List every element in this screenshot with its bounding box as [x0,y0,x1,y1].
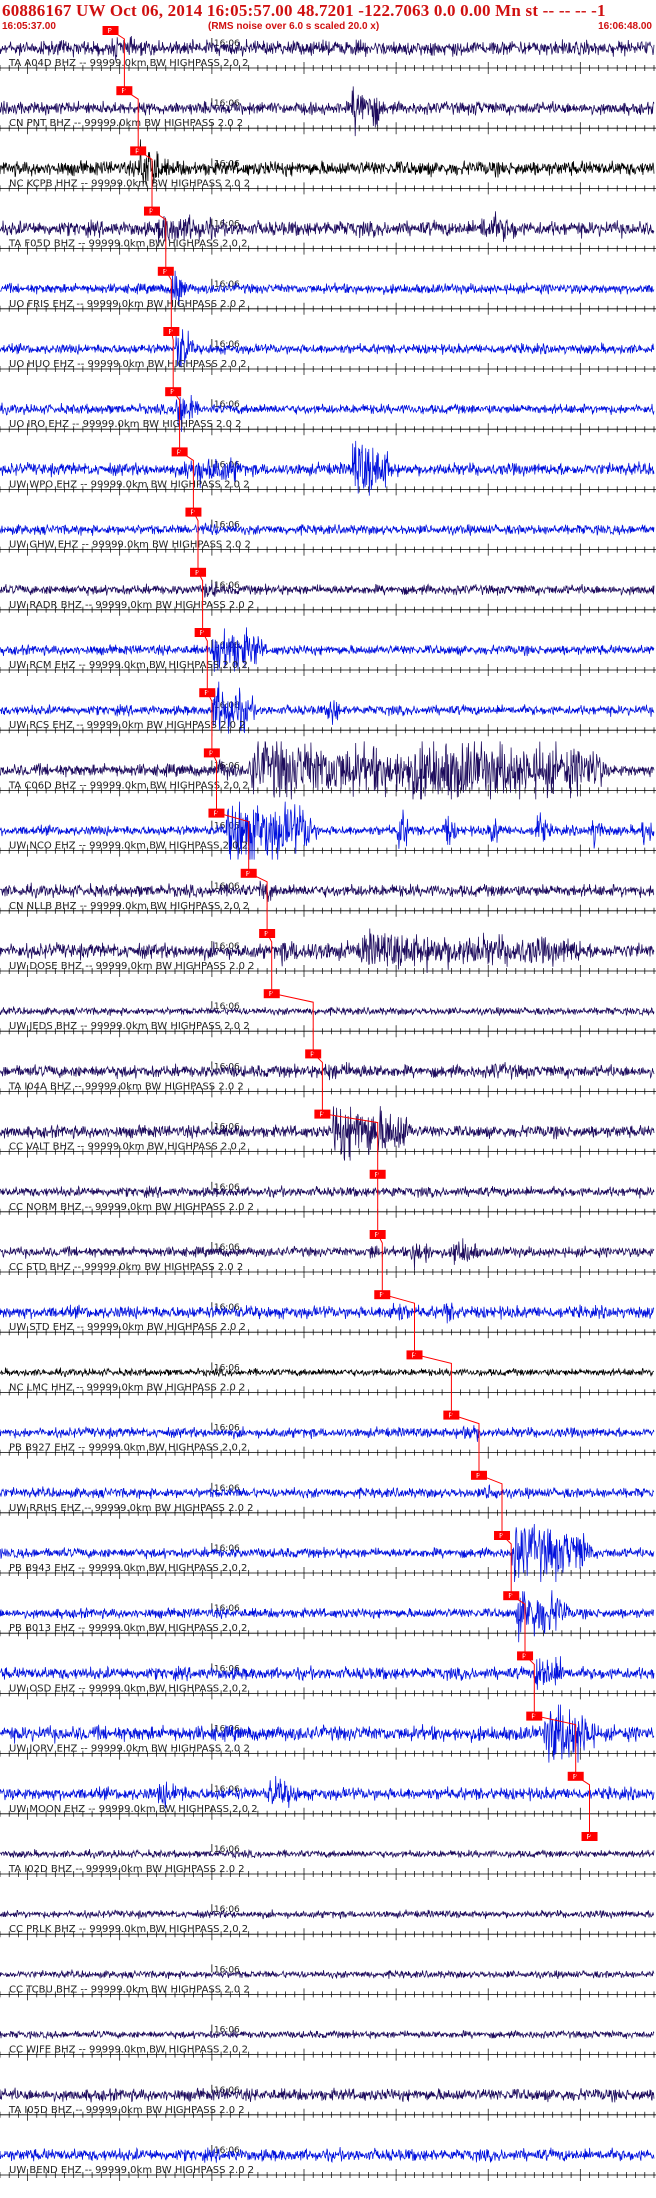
p-pick-label: P [213,810,217,818]
station-label: CC WIFE BHZ -- 99999.0km BW HIGHPASS 2.0… [9,2045,248,2056]
station-label: CC VALT BHZ -- 99999.0km BW HIGHPASS 2.0… [9,1142,246,1153]
station-label: UW STD EHZ -- 99999.0km BW HIGHPASS 2.0 … [9,1322,246,1333]
station-label: UW BEND EHZ -- 99999.0km BW HIGHPASS 2.0… [9,2165,254,2176]
p-pick-label: P [448,1412,452,1420]
waveform [0,1590,655,1643]
waveform [0,1425,655,1442]
station-label: UO FRIS EHZ -- 99999.0km BW HIGHPASS 2.0… [9,299,246,310]
station-label: UW RCS EHZ -- 99999.0km BW HIGHPASS 2.0 … [9,720,246,731]
p-pick-label: P [379,1291,383,1299]
station-label: CC TCBU BHZ -- 99999.0km BW HIGHPASS 2.0… [9,1984,250,1995]
p-pick-label: P [476,1472,480,1480]
station-label: TA C06D BHZ -- 99999.0km BW HIGHPASS 2.0… [8,780,249,791]
station-label: UW OSD EHZ -- 99999.0km BW HIGHPASS 2.0 … [9,1683,248,1694]
station-label: PB B013 EHZ -- 99999.0km BW HIGHPASS 2.0… [9,1623,247,1634]
station-label: PB B927 EHZ -- 99999.0km BW HIGHPASS 2.0… [9,1443,247,1454]
station-label: UW JORV EHZ -- 99999.0km BW HIGHPASS 2.0… [9,1744,250,1755]
station-label: UW DOSE BHZ -- 99999.0km BW HIGHPASS 2.0… [9,961,255,972]
p-pick-label: P [149,208,153,216]
p-pick-label: P [135,147,139,155]
station-label: TA I05D BHZ -- 99999.0km BW HIGHPASS 2.0… [8,2105,245,2116]
station-label: TA I02D BHZ -- 99999.0km BW HIGHPASS 2.0… [8,1864,245,1875]
p-pick-label: P [587,1833,591,1841]
waveform [0,522,655,536]
station-label: UO IRO EHZ -- 99999.0km BW HIGHPASS 2.0 … [9,419,242,430]
waveform [0,35,655,61]
trace-group: 16:06TA A04D BHZ -- 99999.0km BW HIGHPAS… [0,26,656,2181]
station-label: UW WPO EHZ -- 99999.0km BW HIGHPASS 2.0 … [9,479,250,490]
station-label: UW NCO EHZ -- 99999.0km BW HIGHPASS 2.0 … [9,841,248,852]
waveform [0,1302,655,1324]
station-label: CN NLLB BHZ -- 99999.0km BW HIGHPASS 2.0… [9,901,249,912]
p-pick-label: P [531,1713,535,1721]
waveform [0,1061,655,1081]
waveform [0,1484,655,1500]
station-label: UW RADR BHZ -- 99999.0km BW HIGHPASS 2.0… [9,600,254,611]
waveform [0,2146,655,2163]
p-pick-label: P [121,87,125,95]
station-label: TA I04A BHZ -- 99999.0km BW HIGHPASS 2.0… [8,1081,244,1092]
station-label: NC LMC HHZ -- 99999.0km BW HIGHPASS 2.0 … [9,1382,245,1393]
station-label: PB B943 EHZ -- 99999.0km BW HIGHPASS 2.0… [9,1563,247,1574]
station-label: UO HUO EHZ -- 99999.0km BW HIGHPASS 2.0 … [9,359,246,370]
p-pick-label: P [246,870,250,878]
p-pick-label: P [269,990,273,998]
station-label: NC KCPB HHZ -- 99999.0km BW HIGHPASS 2.0… [9,178,250,189]
waveform [0,1367,654,1378]
station-label: CC NORM BHZ -- 99999.0km BW HIGHPASS 2.0… [9,1202,254,1213]
station-label: UW RRHS EHZ -- 99999.0km BW HIGHPASS 2.0… [9,1503,254,1514]
waveform [0,2087,655,2103]
station-label: UW MOON EHZ -- 99999.0km BW HIGHPASS 2.0… [9,1804,258,1815]
p-pick-label: P [573,1773,577,1781]
station-label: CC PRLK BHZ -- 99999.0km BW HIGHPASS 2.0… [9,1924,248,1935]
p-pick-label: P [375,1171,379,1179]
station-label: CC STD BHZ -- 99999.0km BW HIGHPASS 2.0 … [9,1262,243,1273]
waveform [0,2029,655,2040]
station-label: UW JEDS BHZ -- 99999.0km BW HIGHPASS 2.0… [9,1021,250,1032]
waveform [0,1909,655,1920]
p-pick-label: P [412,1351,416,1359]
station-label: TA F05D BHZ -- 99999.0km BW HIGHPASS 2.0… [8,239,247,250]
p-pick-label: P [319,1111,323,1119]
station-label: UW GHW EHZ -- 99999.0km BW HIGHPASS 2.0 … [9,540,251,551]
station-label: TA A04D BHZ -- 99999.0km BW HIGHPASS 2.0… [8,58,249,69]
seismogram-plot: 16:06TA A04D BHZ -- 99999.0km BW HIGHPAS… [0,26,656,2181]
station-label: CN PNT BHZ -- 99999.0km BW HIGHPASS 2.0 … [9,118,243,129]
waveform [0,1006,655,1017]
waveform [0,1185,655,1199]
waveform [0,1969,655,1980]
waveform [0,1848,655,1859]
waveform [0,582,655,598]
waveform [0,880,655,902]
station-label: UW RCM EHZ -- 99999.0km BW HIGHPASS 2.0 … [9,660,248,671]
